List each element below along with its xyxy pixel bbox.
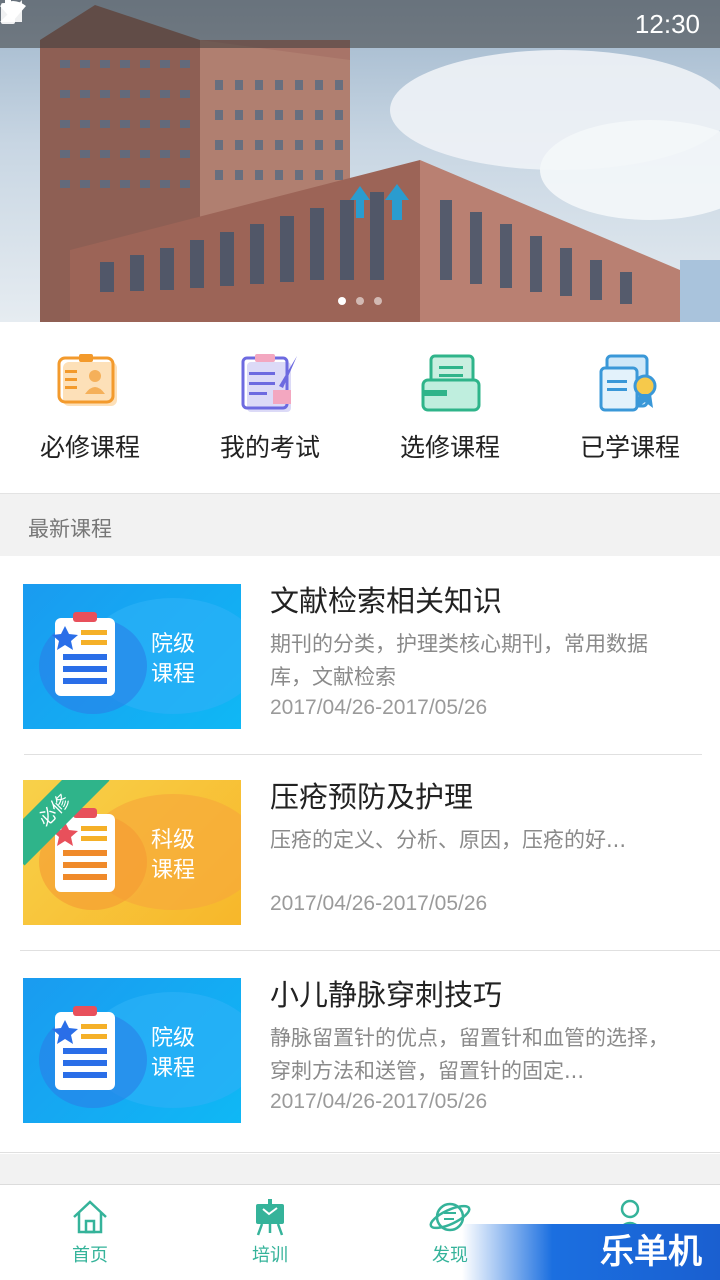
quick-item-label: 已学课程 <box>579 433 680 462</box>
section-title: 最新课程 <box>28 517 112 541</box>
course-level-line: 院级 <box>151 1026 196 1051</box>
course-card[interactable]: 院级 课程 文献检索相关知识 期刊的分类，护理类核心期刊，常用数据库，文献检索 … <box>0 556 720 752</box>
course-thumbnail: 院级 课程 <box>23 584 241 729</box>
course-date: 2017/04/26-2017/05/26 <box>270 696 488 719</box>
course-thumbnail: 院级 课程 <box>23 978 241 1123</box>
nav-item-home[interactable]: 首页 <box>0 1185 180 1280</box>
course-level-line: 课程 <box>151 858 196 883</box>
completed-course-icon <box>599 354 657 412</box>
course-title: 文献检索相关知识 <box>270 584 503 618</box>
course-card[interactable]: 必修 科级 课程 压疮预防及护理 压疮的定义、分析、原因，压疮的好... 201… <box>0 752 720 948</box>
quick-item-my-exams[interactable]: 我的考试 <box>180 322 360 493</box>
course-date: 2017/04/26-2017/05/26 <box>270 1090 488 1113</box>
carousel-dot[interactable] <box>356 297 364 305</box>
carousel-indicator <box>0 297 720 305</box>
quick-item-label: 选修课程 <box>399 433 500 462</box>
nav-label: 首页 <box>72 1245 108 1266</box>
quick-item-completed-courses[interactable]: 已学课程 <box>540 322 720 493</box>
course-list: 院级 课程 文献检索相关知识 期刊的分类，护理类核心期刊，常用数据库，文献检索 … <box>0 556 720 1154</box>
course-level: 科级 课程 <box>151 826 211 886</box>
course-thumbnail: 必修 科级 课程 <box>23 780 241 925</box>
banner-carousel[interactable]: 12:30 <box>0 0 720 322</box>
nav-item-training[interactable]: 培训 <box>180 1185 360 1280</box>
exam-icon <box>241 354 297 412</box>
course-card[interactable]: 院级 课程 小儿静脉穿刺技巧 静脉留置针的优点，留置针和血管的选择，穿刺方法和送… <box>0 950 720 1146</box>
training-icon <box>256 1199 284 1236</box>
banner-image <box>40 5 720 322</box>
elective-course-icon <box>421 354 481 412</box>
course-date: 2017/04/26-2017/05/26 <box>270 892 488 915</box>
required-course-icon <box>57 354 117 406</box>
divider <box>0 1152 720 1153</box>
course-level-line: 科级 <box>151 828 196 853</box>
quick-menu: 必修课程 我的考试 选修课程 已学课程 <box>0 322 720 494</box>
course-description: 压疮的定义、分析、原因，压疮的好... <box>270 828 627 852</box>
nav-label: 培训 <box>252 1245 288 1266</box>
course-level-line: 课程 <box>151 1056 196 1081</box>
course-description: 期刊的分类，护理类核心期刊，常用数据库，文献检索 <box>270 632 648 689</box>
quick-item-label: 必修课程 <box>39 433 140 462</box>
course-level-line: 课程 <box>151 662 196 687</box>
quick-item-elective-courses[interactable]: 选修课程 <box>360 322 540 493</box>
watermark-logo: 乐单机 <box>462 1224 720 1280</box>
course-level: 院级 课程 <box>151 1024 211 1084</box>
course-description: 静脉留置针的优点，留置针和血管的选择，穿刺方法和送管，留置针的固定... <box>270 1026 669 1083</box>
course-level-line: 院级 <box>151 632 196 657</box>
course-title: 压疮预防及护理 <box>270 780 474 814</box>
quick-item-label: 我的考试 <box>219 433 320 462</box>
course-level: 院级 课程 <box>151 630 211 690</box>
quick-item-required-courses[interactable]: 必修课程 <box>0 322 180 493</box>
clock-time: 12:30 <box>634 8 700 39</box>
carousel-dot[interactable] <box>338 297 346 305</box>
home-icon <box>73 1200 107 1234</box>
course-title: 小儿静脉穿刺技巧 <box>270 978 503 1012</box>
carousel-dot[interactable] <box>374 297 382 305</box>
status-bar: 12:30 <box>0 0 720 48</box>
